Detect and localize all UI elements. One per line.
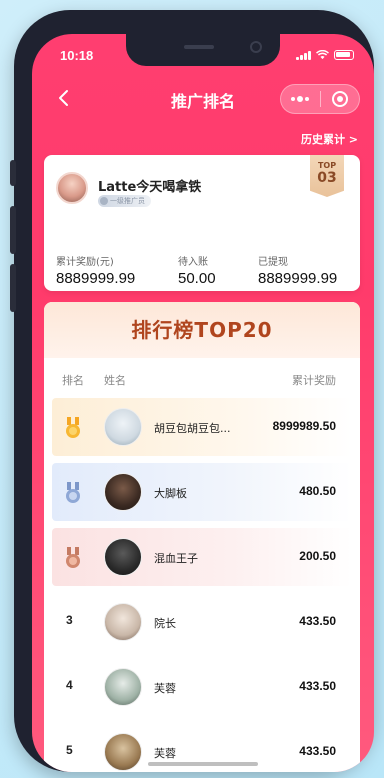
row-name: 混血王子 [154,552,198,565]
app-screen: 10:18 推广排名 历史累计 > Latte今天喝拿铁 一级推广员 TOP 0… [32,34,374,772]
stat-value: 8889999.99 [56,270,136,287]
avatar [104,538,142,576]
status-icons [296,50,354,60]
row-rank: 3 [66,613,73,627]
avatar [104,408,142,446]
nav-bar: 推广排名 [32,82,374,116]
signal-icon [296,50,311,60]
ranking-row[interactable]: 胡豆包胡豆包... 8999989.50 [52,398,352,456]
wifi-icon [316,50,329,60]
home-indicator[interactable] [148,762,258,766]
avatar [104,733,142,771]
volume-up-button [10,206,16,254]
row-rank: 4 [66,678,73,692]
row-name: 大脚板 [154,487,187,500]
speaker [184,45,214,49]
ranking-title: 排行榜TOP20 [44,302,360,358]
column-reward: 累计奖励 [292,374,336,387]
stat-withdrawn: 已提现 8889999.99 [258,253,337,287]
stat-total-reward: 累计奖励(元) 8889999.99 [56,253,135,287]
stat-label: 待入账 [178,257,208,268]
ranking-row[interactable]: 3 院长 433.50 [52,593,352,651]
row-rank: 5 [66,743,73,757]
ranking-row[interactable]: 混血王子 200.50 [52,528,352,586]
row-amount: 433.50 [299,744,336,758]
column-rank: 排名 [62,374,84,387]
column-name: 姓名 [104,374,126,387]
ranking-column-headers: 排名 姓名 累计奖励 [44,358,360,398]
row-name: 芙蓉 [154,747,176,760]
row-amount: 200.50 [299,549,336,563]
ranking-panel: 排行榜TOP20 排名 姓名 累计奖励 胡豆包胡豆包... 8999989.50 [44,302,360,772]
user-avatar [56,172,88,204]
row-amount: 433.50 [299,614,336,628]
username: Latte今天喝拿铁 [98,180,202,195]
avatar [104,668,142,706]
more-icon[interactable] [281,96,320,102]
avatar [104,603,142,641]
history-total-link[interactable]: 历史累计 > [301,131,358,147]
row-amount: 433.50 [299,679,336,693]
gold-medal-icon [66,417,80,438]
close-miniprogram-icon[interactable] [320,91,359,107]
notch [126,34,280,66]
row-name: 院长 [154,617,176,630]
row-amount: 480.50 [299,484,336,498]
row-amount: 8999989.50 [272,419,336,433]
tier-badge: 一级推广员 [98,195,151,207]
front-camera [250,41,262,53]
avatar [104,473,142,511]
row-name: 芙蓉 [154,682,176,695]
stat-pending: 待入账 50.00 [178,253,216,287]
ranking-row[interactable]: 大脚板 480.50 [52,463,352,521]
battery-icon [334,50,354,60]
stat-value: 8889999.99 [258,270,338,287]
mini-program-capsule [280,84,360,114]
top-badge-rank: 03 [317,170,337,186]
volume-down-button [10,264,16,312]
bronze-medal-icon [66,547,80,568]
top-rank-badge: TOP 03 [310,155,344,197]
profile-card: Latte今天喝拿铁 一级推广员 TOP 03 累计奖励(元) 8889999.… [44,155,360,291]
stat-label: 累计奖励(元) [56,257,114,268]
mute-switch [10,160,16,186]
row-name: 胡豆包胡豆包... [154,422,231,435]
ranking-row[interactable]: 4 芙蓉 433.50 [52,658,352,716]
stat-label: 已提现 [258,257,288,268]
status-time: 10:18 [60,48,94,63]
phone-frame: 10:18 推广排名 历史累计 > Latte今天喝拿铁 一级推广员 TOP 0… [10,10,374,772]
silver-medal-icon [66,482,80,503]
top-badge-label: TOP [317,161,337,170]
stat-value: 50.00 [178,270,216,287]
